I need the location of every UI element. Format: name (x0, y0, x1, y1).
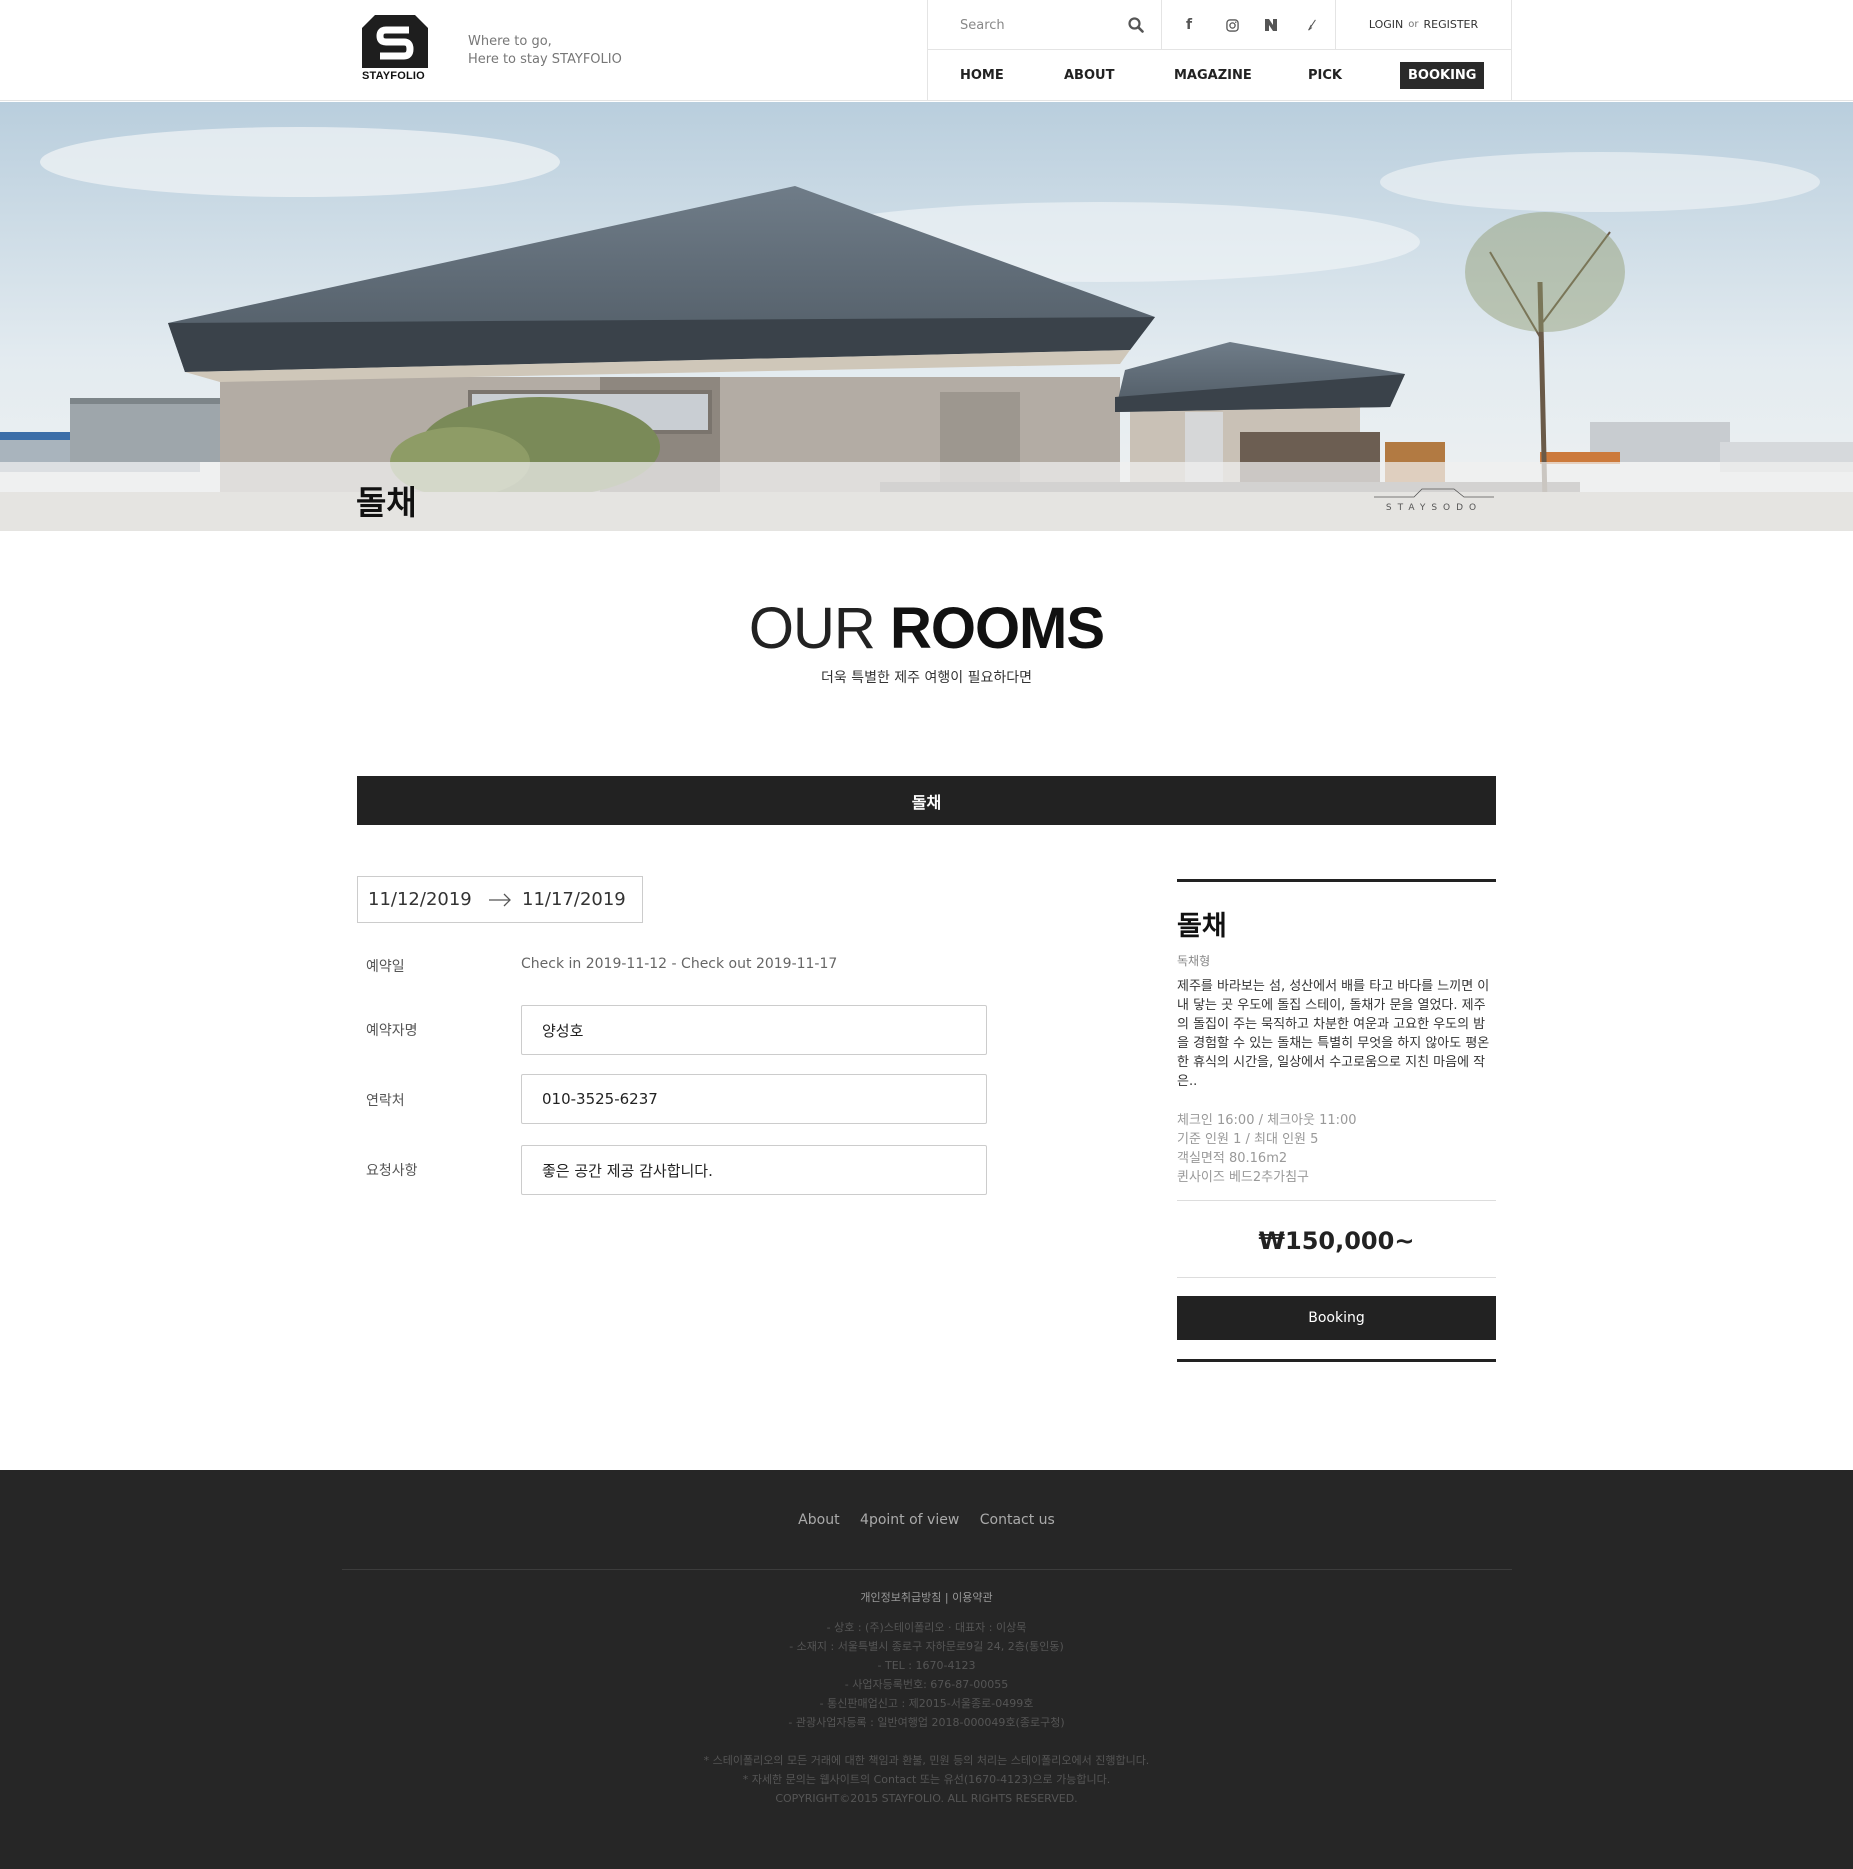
reservation-date-label: 예약일 (366, 959, 405, 975)
card-divider-top (1177, 1200, 1496, 1201)
reservation-date-value: Check in 2019-11-12 - Check out 2019-11-… (521, 956, 838, 972)
search-box (928, 0, 1162, 49)
staysodo-logo: STAYSODO (1374, 485, 1494, 515)
footer-link-contact[interactable]: Contact us (980, 1512, 1055, 1528)
room-info-list: 체크인 16:00 / 체크아웃 11:00 기준 인원 1 / 최대 인원 5… (1177, 1111, 1357, 1187)
auth-separator: or (1408, 19, 1419, 30)
register-link[interactable]: REGISTER (1423, 18, 1478, 31)
guest-name-label: 예약자명 (366, 1023, 418, 1039)
card-divider-bottom (1177, 1277, 1496, 1278)
site-header: STAYFOLIO Where to go, Here to stay STAY… (0, 0, 1853, 101)
room-price: ₩150,000~ (1258, 1227, 1415, 1255)
room-info-capacity: 기준 인원 1 / 최대 인원 5 (1177, 1132, 1319, 1147)
room-info-bed: 퀸사이즈 베드2추가침구 (1177, 1170, 1310, 1185)
logo-wordmark: STAYFOLIO (362, 70, 425, 82)
instagram-icon[interactable] (1222, 15, 1242, 35)
main-nav: HOME ABOUT MAGAZINE PICK BOOKING (928, 50, 1511, 100)
room-info-checkin: 체크인 16:00 / 체크아웃 11:00 (1177, 1113, 1357, 1128)
company-info-line: - 통신판매업신고 : 제2015-서울종로-0499호 (819, 1697, 1034, 1710)
footer-link-about[interactable]: About (798, 1512, 839, 1528)
date-range-picker[interactable]: 11/12/2019 11/17/2019 (357, 876, 643, 923)
search-input[interactable] (960, 14, 1120, 36)
brunch-glyph (1308, 19, 1316, 31)
company-info-line: - TEL : 1670-4123 (877, 1659, 976, 1672)
brunch-icon[interactable] (1302, 15, 1322, 35)
stayfolio-logo[interactable]: STAYFOLIO (362, 15, 428, 85)
naver-icon[interactable] (1261, 15, 1281, 35)
auth-links: LOGIN or REGISTER (1336, 0, 1511, 49)
nav-about[interactable]: ABOUT (1064, 68, 1114, 83)
footer-link-4point[interactable]: 4point of view (860, 1512, 959, 1528)
social-links: f (1162, 0, 1336, 49)
phone-label: 연락처 (366, 1093, 405, 1109)
staysodo-wordmark: STAYSODO (1385, 503, 1483, 513)
section-subtitle: 더욱 특별한 제주 여행이 필요하다면 (821, 670, 1032, 686)
room-summary-card: 돌채 독채형 제주를 바라보는 섬, 성산에서 배를 타고 바다를 느끼면 이내… (1177, 879, 1496, 1362)
hero-title: 돌채 (356, 483, 417, 522)
search-icon[interactable] (1126, 15, 1146, 35)
login-link[interactable]: LOGIN (1369, 18, 1403, 31)
company-info-line: - 소재지 : 서울특별시 종로구 자하문로9길 24, 2층(통인동) (789, 1640, 1064, 1653)
guest-name-field[interactable]: 양성호 (521, 1005, 987, 1055)
nav-pick[interactable]: PICK (1308, 68, 1342, 83)
tagline-line-2: Here to stay STAYFOLIO (468, 52, 622, 67)
check-out-date[interactable]: 11/17/2019 (522, 889, 626, 910)
copyright: COPYRIGHT©2015 STAYFOLIO. ALL RIGHTS RES… (775, 1792, 1078, 1805)
site-footer: About 4point of view Contact us 개인정보취급방침… (0, 1470, 1853, 1869)
facebook-icon[interactable]: f (1179, 15, 1199, 35)
request-label: 요청사항 (366, 1163, 418, 1179)
header-utility-box: f (927, 0, 1512, 101)
tagline-line-1: Where to go, (468, 34, 552, 49)
room-info-area: 객실면적 80.16m2 (1177, 1151, 1288, 1166)
heading-rooms: ROOMS (889, 596, 1105, 661)
arrow-right-icon (489, 893, 511, 907)
booking-button[interactable]: Booking (1177, 1296, 1496, 1340)
company-info-line: - 사업자등록번호: 676-87-00055 (844, 1678, 1009, 1691)
footer-notice: * 스테이폴리오의 모든 거래에 대한 책임과 환불, 민원 등의 처리는 스테… (0, 1751, 1853, 1808)
room-title: 돌채 (1177, 911, 1227, 942)
footer-divider (342, 1569, 1512, 1570)
instagram-glyph (1225, 18, 1239, 32)
check-in-date[interactable]: 11/12/2019 (368, 889, 472, 910)
hero-banner: 돌채 STAYSODO (0, 102, 1853, 531)
company-info-line: - 상호 : (주)스테이폴리오 · 대표자 : 이상묵 (826, 1621, 1027, 1634)
brand-tagline: Where to go, Here to stay STAYFOLIO (468, 33, 622, 69)
nav-magazine[interactable]: MAGAZINE (1174, 68, 1252, 83)
naver-glyph (1265, 19, 1277, 31)
nav-home[interactable]: HOME (960, 68, 1004, 83)
footer-policy-links[interactable]: 개인정보취급방침 | 이용약관 (0, 1589, 1853, 1605)
company-info-line: - 관광사업자등록 : 일반여행업 2018-000049호(종로구청) (788, 1716, 1065, 1729)
footer-links: About 4point of view Contact us (0, 1512, 1853, 1528)
room-type: 독채형 (1177, 954, 1211, 968)
header-top-row: f (928, 0, 1511, 50)
section-heading: OUR ROOMS (0, 595, 1853, 662)
company-info: - 상호 : (주)스테이폴리오 · 대표자 : 이상묵 - 소재지 : 서울특… (0, 1618, 1853, 1732)
room-name-bar: 돌채 (357, 776, 1496, 825)
nav-booking[interactable]: BOOKING (1400, 62, 1485, 89)
stayfolio-logo-icon (362, 15, 428, 68)
room-description: 제주를 바라보는 섬, 성산에서 배를 타고 바다를 느끼면 이내 닿는 곳 우… (1177, 979, 1490, 1089)
staysodo-roof-icon (1374, 488, 1494, 498)
notice-line: * 스테이폴리오의 모든 거래에 대한 책임과 환불, 민원 등의 처리는 스테… (703, 1754, 1150, 1767)
notice-line: * 자세한 문의는 웹사이트의 Contact 또는 유선(1670-4123)… (742, 1773, 1111, 1786)
hero-title-band (0, 462, 1853, 531)
phone-field[interactable]: 010-3525-6237 (521, 1074, 987, 1124)
heading-our: OUR (748, 596, 876, 661)
request-field[interactable]: 좋은 공간 제공 감사합니다. (521, 1145, 987, 1195)
